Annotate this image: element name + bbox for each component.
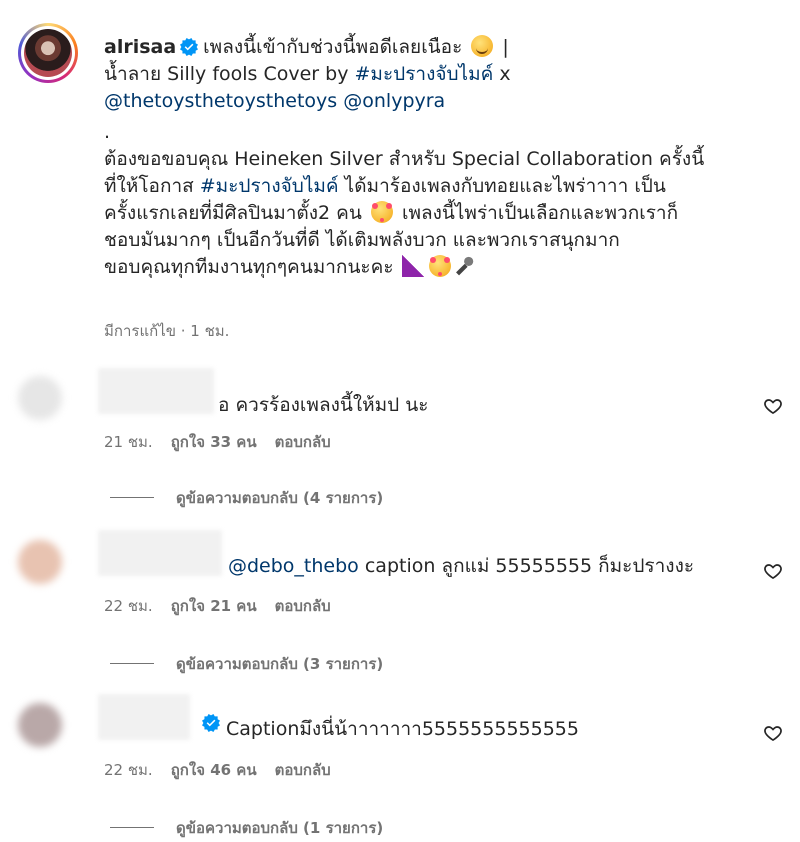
heart-icon[interactable] xyxy=(763,561,783,581)
comment-time[interactable]: 22 ชม. xyxy=(104,597,153,615)
comment-meta: 22 ชม. ถูกใจ 21 คน ตอบกลับ xyxy=(104,594,349,618)
hashtag-link-2[interactable]: #มะปรางจับไมค์ xyxy=(200,175,339,197)
comment-username-redacted[interactable] xyxy=(98,530,222,576)
comment-username-redacted[interactable] xyxy=(98,368,214,414)
caption-dot: . xyxy=(104,121,111,143)
heart-eyes-emoji xyxy=(428,255,451,277)
verified-badge-icon xyxy=(180,38,199,56)
post-author-avatar[interactable] xyxy=(18,23,78,83)
comment-meta: 21 ชม. ถูกใจ 33 คน ตอบกลับ xyxy=(104,430,349,454)
reply-button[interactable]: ตอบกลับ xyxy=(275,761,331,779)
view-replies-button[interactable]: ดูข้อความตอบกลับ (4 รายการ) xyxy=(110,486,383,510)
caption-line-2: น้ำลาย Silly fools Cover by xyxy=(104,63,355,85)
caption-line-1: เพลงนี้เข้ากับช่วงนี้พอดีเลยเนือะ xyxy=(203,36,463,58)
heart-icon[interactable] xyxy=(763,396,783,416)
rainbow-emoji xyxy=(401,255,424,277)
comment-time[interactable]: 21 ชม. xyxy=(104,433,153,451)
comment-text: อ ควรร้องเพลงนี้ให้มป นะ xyxy=(218,394,429,416)
post-edited-meta: มีการแก้ไข · 1 ชม. xyxy=(104,322,230,340)
view-replies-button[interactable]: ดูข้อความตอบกลับ (3 รายการ) xyxy=(110,652,383,676)
verified-badge-icon xyxy=(202,714,220,732)
mention-link-onlypyra[interactable]: @onlypyra xyxy=(343,90,445,112)
reply-button[interactable]: ตอบกลับ xyxy=(275,433,331,451)
reply-button[interactable]: ตอบกลับ xyxy=(275,597,331,615)
comment-time[interactable]: 22 ชม. xyxy=(104,761,153,779)
smile-emoji xyxy=(471,35,494,57)
comment-likes[interactable]: ถูกใจ 33 คน xyxy=(171,433,257,451)
comment-text: @debo_thebo caption ลูกแม่ 55555555 ก็มะ… xyxy=(228,555,695,577)
comment-text: Captionมึงนี่น้าาาาาาา5555555555555 xyxy=(226,718,579,740)
comment-username-redacted[interactable] xyxy=(98,694,190,740)
post-caption: alrisaa เพลงนี้เข้ากับช่วงนี้พอดีเลยเนือะ… xyxy=(104,35,705,278)
comment-avatar[interactable] xyxy=(18,376,62,420)
comment-likes[interactable]: ถูกใจ 46 คน xyxy=(171,761,257,779)
microphone-emoji xyxy=(455,256,473,276)
mention-link[interactable]: @debo_thebo xyxy=(228,555,359,577)
mention-link-thetoys[interactable]: @thetoysthetoysthetoys xyxy=(104,90,337,112)
heart-icon[interactable] xyxy=(763,723,783,743)
heart-eyes-emoji xyxy=(370,201,393,223)
comment-meta: 22 ชม. ถูกใจ 46 คน ตอบกลับ xyxy=(104,758,349,782)
post-username[interactable]: alrisaa xyxy=(104,36,176,58)
hashtag-link[interactable]: #มะปรางจับไมค์ xyxy=(355,63,494,85)
comment-likes[interactable]: ถูกใจ 21 คน xyxy=(171,597,257,615)
caption-line-thanks: ต้องขอขอบคุณ Heineken Silver สำหรับ Spec… xyxy=(104,148,705,170)
comment-avatar[interactable] xyxy=(18,703,62,747)
avatar-photo xyxy=(24,29,72,77)
comment-avatar[interactable] xyxy=(18,540,62,584)
view-replies-button[interactable]: ดูข้อความตอบกลับ (1 รายการ) xyxy=(110,816,383,840)
